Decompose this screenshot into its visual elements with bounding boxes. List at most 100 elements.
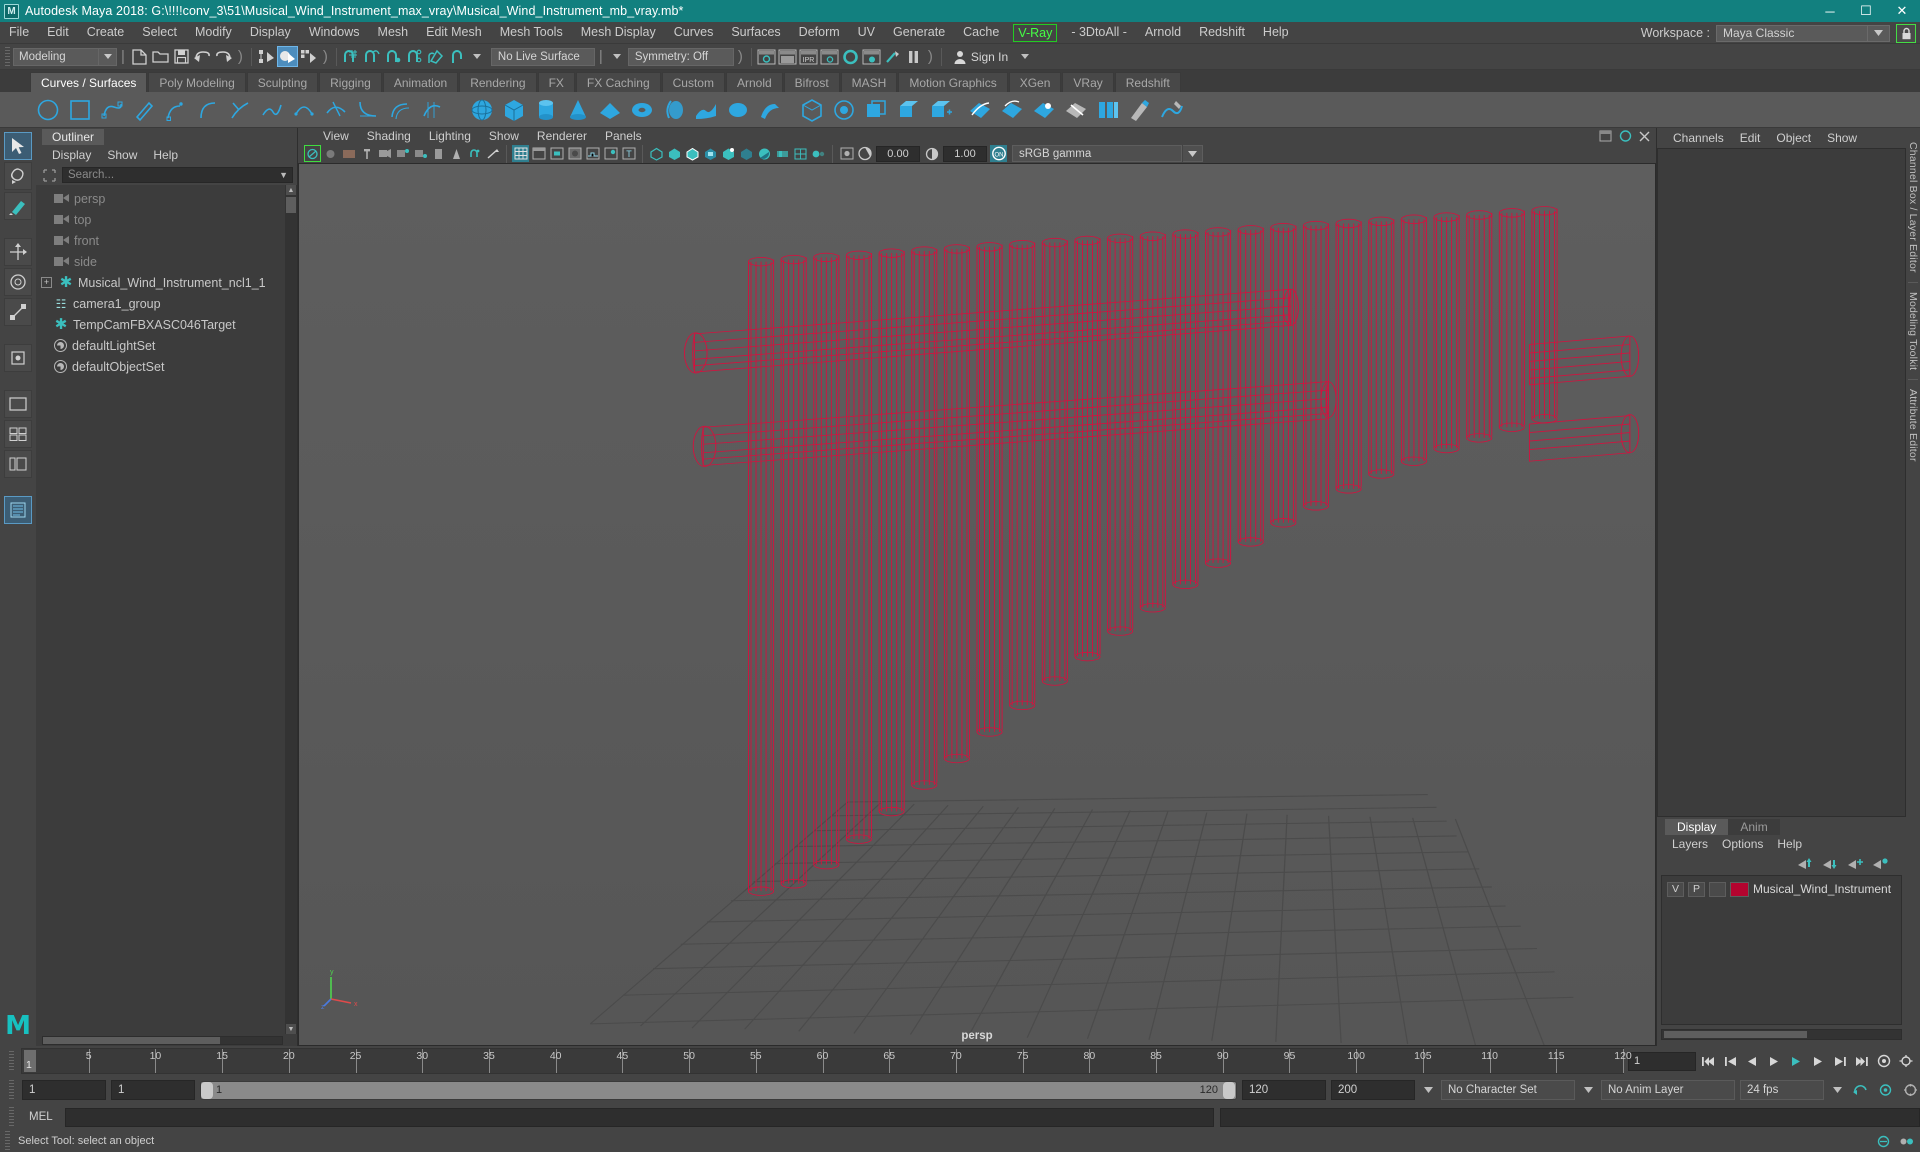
layer-color-swatch[interactable] (1730, 881, 1749, 897)
viewport-xray-joints-icon[interactable] (602, 145, 619, 162)
outliner-item-musical-wind-instrument[interactable]: + ✱ Musical_Wind_Instrument_ncl1_1 (36, 272, 297, 293)
menu-mesh-tools[interactable]: Mesh Tools (491, 22, 572, 43)
menu-help[interactable]: Help (1254, 22, 1298, 43)
menu-cache[interactable]: Cache (954, 22, 1008, 43)
shelf-tab-rigging[interactable]: Rigging (319, 72, 382, 92)
outliner-item-side[interactable]: side (36, 251, 297, 272)
range-start-field[interactable]: 1 (22, 1080, 106, 1100)
render-current-frame-button[interactable] (756, 46, 777, 67)
channelbox-menu-channels[interactable]: Channels (1665, 131, 1732, 145)
vtab-channel-box-layer-editor[interactable]: Channel Box / Layer Editor (1907, 136, 1919, 279)
layer-list-horizontal-scrollbar[interactable] (1661, 1029, 1902, 1040)
gamma-icon[interactable] (923, 145, 940, 162)
layer-menu-layers[interactable]: Layers (1665, 837, 1715, 851)
channelbox-menu-edit[interactable]: Edit (1732, 131, 1769, 145)
time-slider-grip[interactable] (9, 1051, 14, 1071)
range-handle-icon[interactable] (1899, 1135, 1914, 1148)
animation-preferences-icon[interactable] (1875, 1080, 1895, 1100)
new-scene-button[interactable] (129, 46, 150, 67)
shelf-boundary-icon[interactable] (828, 94, 860, 126)
shelf-intersect-surfaces-icon[interactable] (964, 94, 996, 126)
viewport-texture-icon[interactable] (702, 145, 719, 162)
viewport-menu-view[interactable]: View (314, 129, 358, 143)
viewport-image-plane-icon[interactable] (340, 145, 357, 162)
menu-vray[interactable]: V-Ray (1013, 23, 1058, 42)
menu-file[interactable]: File (0, 22, 38, 43)
redo-button[interactable] (213, 46, 234, 67)
shelf-tab-curves-surfaces[interactable]: Curves / Surfaces (30, 72, 148, 92)
viewport-menu-panels[interactable]: Panels (596, 129, 651, 143)
menu-uv[interactable]: UV (849, 22, 884, 43)
shelf-nurbs-cylinder-icon[interactable] (530, 94, 562, 126)
layer-visibility-toggle[interactable]: V (1667, 881, 1684, 897)
viewport-use-all-lights-icon[interactable] (720, 145, 737, 162)
viewport-resolution-gate-display-icon[interactable] (548, 145, 565, 162)
viewport-menu-lighting[interactable]: Lighting (420, 129, 480, 143)
outliner-filter-icon[interactable] (40, 167, 58, 183)
viewport-ao-icon[interactable] (756, 145, 773, 162)
menu-create[interactable]: Create (78, 22, 134, 43)
snap-to-view-plane-button[interactable] (425, 46, 446, 67)
shelf-nurbs-torus-icon[interactable] (626, 94, 658, 126)
shelf-tab-motion-graphics[interactable]: Motion Graphics (898, 72, 1008, 92)
channel-box-content[interactable] (1657, 148, 1906, 817)
viewport-menu-renderer[interactable]: Renderer (528, 129, 596, 143)
render-view-button[interactable] (861, 46, 882, 67)
fps-field[interactable]: 24 fps (1740, 1080, 1824, 1100)
menu-deform[interactable]: Deform (790, 22, 849, 43)
menu-mesh[interactable]: Mesh (369, 22, 418, 43)
viewport-gate-mask-display-icon[interactable] (566, 145, 583, 162)
pause-button[interactable] (903, 46, 924, 67)
shelf-arc-icon[interactable] (192, 94, 224, 126)
channelbox-menu-object[interactable]: Object (1768, 131, 1819, 145)
create-empty-layer-icon[interactable] (1847, 857, 1863, 870)
snap-to-point-button[interactable] (383, 46, 404, 67)
menu-3dtoall[interactable]: - 3DtoAll - (1062, 22, 1136, 43)
toolbar-grip[interactable] (5, 46, 10, 67)
character-set-field[interactable]: No Character Set (1441, 1080, 1575, 1100)
go-to-start-button[interactable] (1698, 1051, 1718, 1071)
shelf-fillet-curve-icon[interactable] (352, 94, 384, 126)
viewport-pan-zoom-icon[interactable] (484, 145, 501, 162)
symmetry-dropdown-arrow[interactable] (607, 46, 628, 67)
fps-arrow-icon[interactable] (1829, 1080, 1845, 1100)
move-tool-button[interactable] (4, 238, 32, 266)
shelf-tab-bifrost[interactable]: Bifrost (783, 72, 840, 92)
shelf-nurbs-cube-icon[interactable] (498, 94, 530, 126)
shelf-tab-rendering[interactable]: Rendering (459, 72, 537, 92)
scroll-down-arrow-icon[interactable]: ▼ (286, 1024, 296, 1034)
viewport-isolate-select-icon[interactable] (838, 145, 855, 162)
cycle-playback-icon[interactable] (1850, 1080, 1870, 1100)
single-perspective-layout-button[interactable] (4, 390, 32, 418)
shelf-offset-curve-icon[interactable] (384, 94, 416, 126)
range-slider[interactable]: 1 120 (200, 1080, 1237, 1100)
outliner-menu-show[interactable]: Show (99, 148, 145, 162)
shelf-extrude-icon[interactable] (754, 94, 786, 126)
outliner-search-dropdown-icon[interactable]: ▼ (279, 170, 288, 180)
shelf-ep-curve-icon[interactable] (160, 94, 192, 126)
viewport-menu-shading[interactable]: Shading (358, 129, 420, 143)
channelbox-menu-show[interactable]: Show (1819, 131, 1865, 145)
range-handle-right[interactable] (1223, 1081, 1235, 1099)
playback-settings-icon[interactable] (1900, 1080, 1920, 1100)
current-frame-field[interactable]: 1 (1628, 1051, 1696, 1071)
ipr-render-button[interactable]: IPR (798, 46, 819, 67)
select-by-hierarchy-button[interactable] (256, 46, 277, 67)
character-set-arrow-icon[interactable] (1420, 1080, 1436, 1100)
workspace-dropdown-arrow[interactable] (1868, 24, 1890, 42)
scale-tool-button[interactable] (4, 298, 32, 326)
workspace-select[interactable]: Maya Classic (1716, 24, 1868, 42)
play-forwards-button[interactable] (1786, 1051, 1806, 1071)
shelf-cut-curve-icon[interactable] (320, 94, 352, 126)
shelf-nurbs-sphere-icon[interactable] (466, 94, 498, 126)
live-surface-field[interactable]: No Live Surface (490, 47, 595, 66)
playback-end-field[interactable]: 120 (1242, 1080, 1326, 1100)
shelf-bevel-plus-icon[interactable] (924, 94, 956, 126)
viewport-select-camera-icon[interactable] (304, 145, 321, 163)
step-back-key-button[interactable] (1720, 1051, 1740, 1071)
shelf-surface-fillet-icon[interactable] (1092, 94, 1124, 126)
make-live-button[interactable] (446, 46, 467, 67)
scroll-up-arrow-icon[interactable]: ▲ (286, 185, 296, 195)
layer-playback-toggle[interactable]: P (1688, 881, 1705, 897)
shelf-sculpt-geometry-icon[interactable] (1156, 94, 1188, 126)
